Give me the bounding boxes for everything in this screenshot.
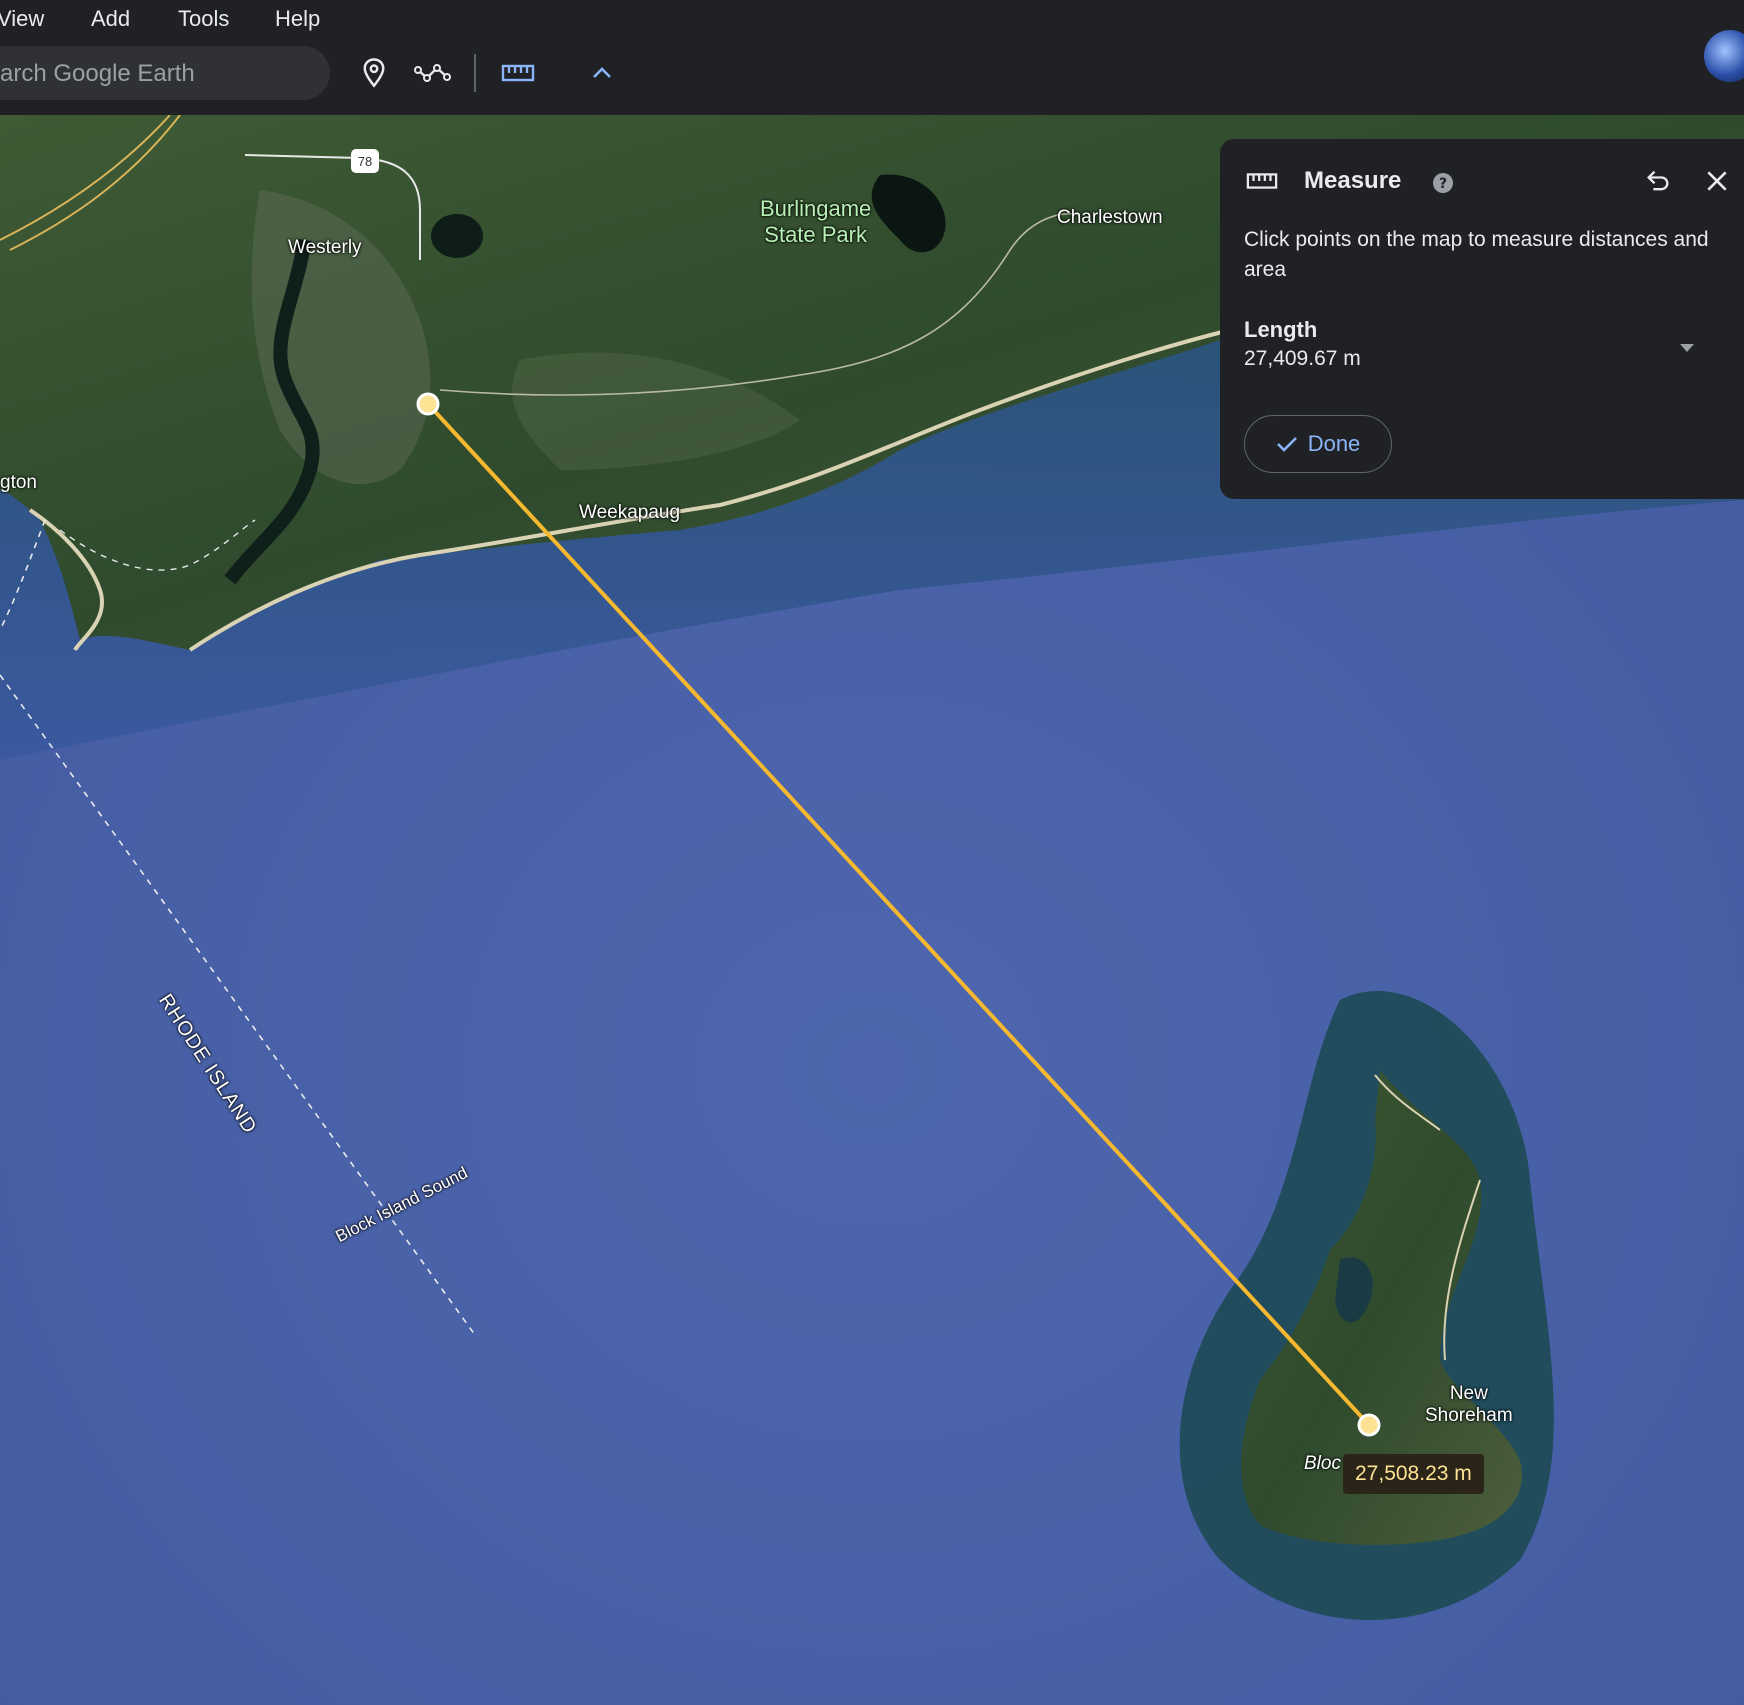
collapse-toolbar-button[interactable] — [583, 54, 621, 92]
done-label: Done — [1307, 431, 1361, 456]
caret-down-icon — [1680, 344, 1694, 352]
close-button[interactable] — [1699, 163, 1735, 199]
measure-title: Measure — [1304, 167, 1402, 194]
placemark-icon — [363, 58, 385, 88]
measure-panel: Measure ? Click points on the map to mea… — [1220, 139, 1744, 499]
menu-view[interactable]: View — [0, 6, 44, 32]
svg-text:?: ? — [1439, 176, 1447, 192]
undo-button[interactable] — [1640, 163, 1676, 199]
undo-icon — [1647, 170, 1669, 191]
toolbar-divider — [474, 54, 476, 92]
segment-length-tooltip: 27,508.23 m — [1343, 1454, 1484, 1494]
length-value: 27,409.67 m — [1244, 347, 1361, 370]
check-icon — [1276, 437, 1297, 452]
menu-help[interactable]: Help — [275, 6, 320, 32]
menu-tools[interactable]: Tools — [178, 6, 229, 32]
measure-tool-button[interactable] — [499, 54, 537, 92]
search-box[interactable]: arch Google Earth — [0, 46, 330, 100]
top-toolbar: View Add Tools Help arch Google Earth — [0, 0, 1744, 115]
done-button[interactable]: Done — [1244, 415, 1392, 473]
close-icon — [1707, 171, 1727, 191]
measure-description: Click points on the map to measure dista… — [1244, 228, 1709, 281]
measurement-end-point[interactable] — [1357, 1413, 1381, 1437]
help-button[interactable]: ? — [1425, 165, 1461, 201]
avatar[interactable] — [1704, 30, 1744, 82]
measure-header-icon-wrap — [1244, 163, 1280, 199]
placemark-button[interactable] — [355, 54, 393, 92]
ruler-icon — [1246, 173, 1278, 189]
chevron-up-icon — [593, 67, 611, 78]
measurement-path-line — [426, 402, 1371, 1427]
path-icon — [414, 64, 451, 82]
ruler-icon — [501, 64, 535, 82]
path-button[interactable] — [414, 54, 452, 92]
length-label: Length — [1244, 317, 1318, 342]
menu-add[interactable]: Add — [91, 6, 130, 32]
units-dropdown[interactable] — [1669, 330, 1705, 366]
help-icon: ? — [1433, 173, 1453, 193]
measurement-start-point[interactable] — [416, 392, 440, 416]
search-input[interactable]: arch Google Earth — [0, 60, 195, 88]
